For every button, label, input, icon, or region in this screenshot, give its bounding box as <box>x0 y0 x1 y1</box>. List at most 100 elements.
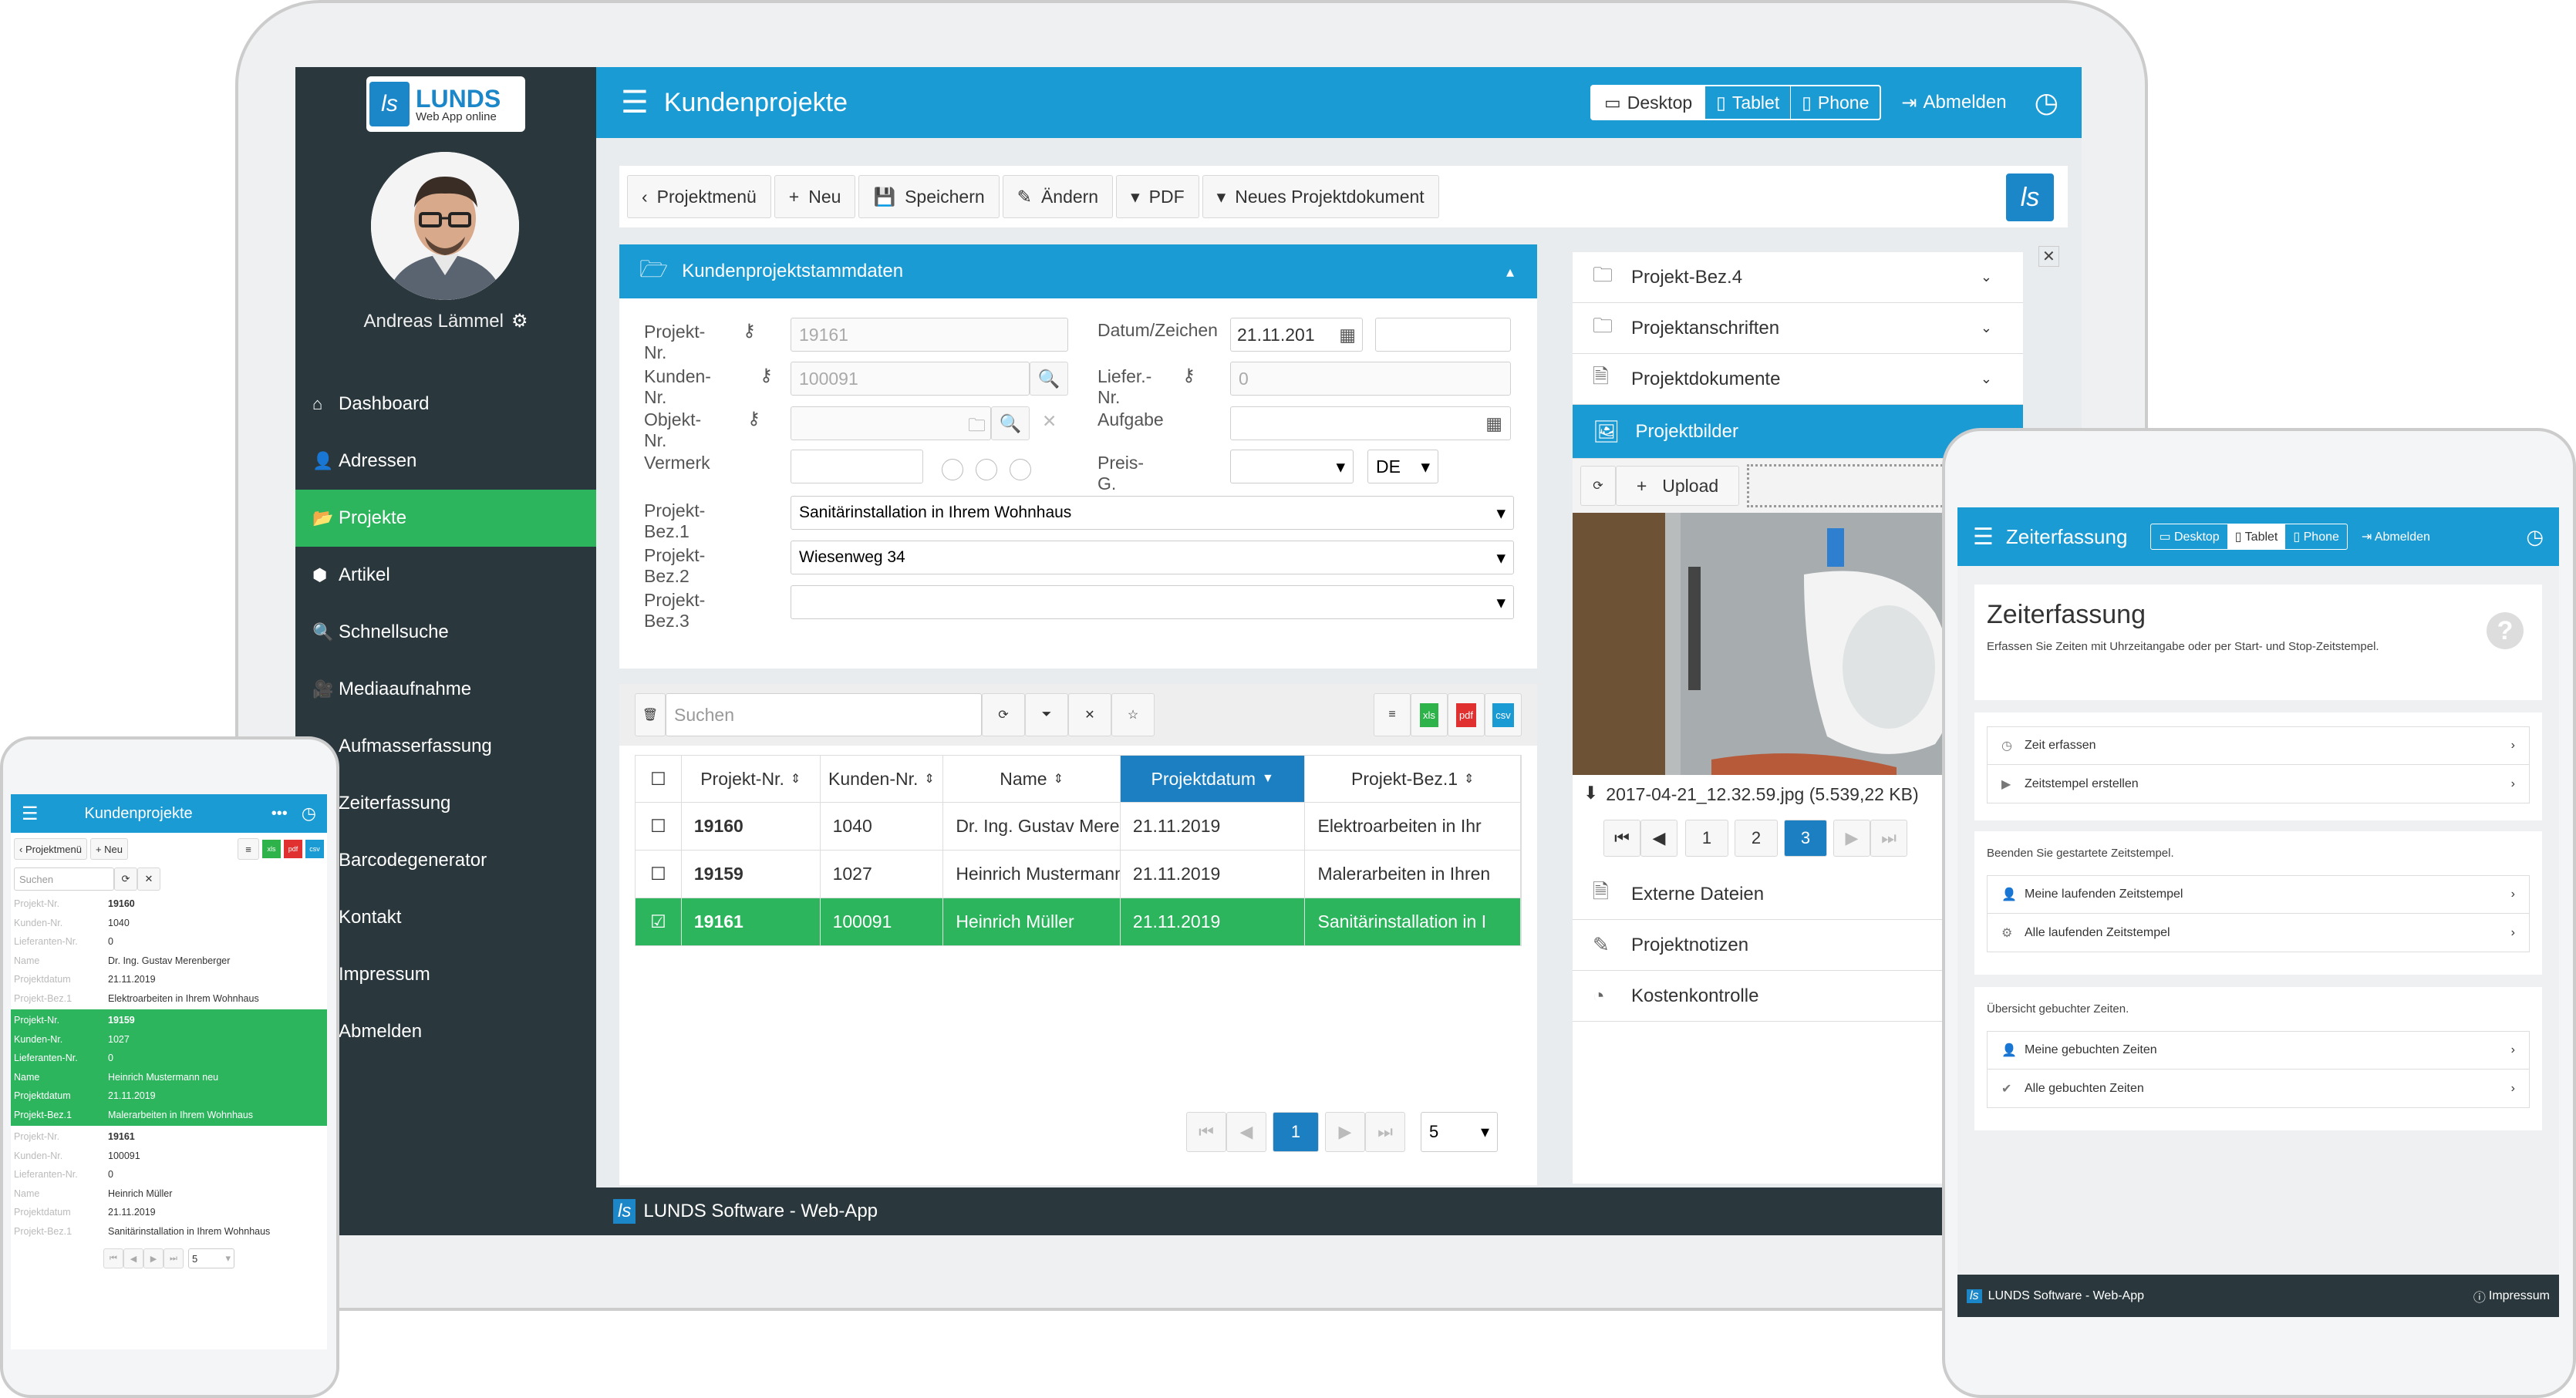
radio-option-1[interactable] <box>942 459 963 480</box>
zeit-list-item[interactable]: ⚙ Alle laufenden Zeitstempel › <box>1987 914 2530 952</box>
refresh-icon[interactable]: ⟳ <box>982 693 1025 736</box>
clock-icon[interactable]: ◷ <box>2526 525 2544 549</box>
toolbar-button-1[interactable]: + Neu <box>774 175 856 218</box>
sidebar-item-kontakt[interactable]: Kontakt <box>295 889 596 946</box>
zeit-list-item[interactable]: ✔ Alle gebuchten Zeiten › <box>1987 1070 2530 1108</box>
panel-header[interactable]: 🗁 Kundenprojektstammdaten ▴ <box>619 244 1537 298</box>
view-phone-button[interactable]: ▯ Phone <box>2285 524 2347 549</box>
clear-icon[interactable]: ✕ <box>1042 411 1057 432</box>
logout-button[interactable]: ⇥ Abmelden <box>2362 529 2430 544</box>
avatar[interactable] <box>371 152 519 300</box>
list-item[interactable]: Projekt-Nr. 19159 Kunden-Nr. 1027 Lieferante… <box>11 1009 327 1126</box>
user-name[interactable]: Andreas Lämmel <box>364 311 504 332</box>
next-page-icon[interactable]: ▶ <box>1325 1112 1365 1152</box>
toolbar-button-2[interactable]: 💾 Speichern <box>858 175 1000 218</box>
prev-page-icon[interactable]: ◀ <box>1226 1112 1266 1152</box>
refresh-icon[interactable]: ⟳ <box>114 867 137 891</box>
aufgabe-field[interactable]: ▦ <box>1230 406 1511 440</box>
download-icon[interactable]: ⬇ <box>1583 783 1598 803</box>
last-page-icon[interactable]: ⏭ <box>164 1248 184 1268</box>
toolbar-button-0[interactable]: ‹ Projektmenü <box>627 175 771 218</box>
sidebar-item-projekte[interactable]: 📂 Projekte <box>295 490 596 547</box>
export-csv-button[interactable]: csv <box>1485 693 1522 736</box>
calendar-icon[interactable]: ▦ <box>1485 413 1502 434</box>
column-header[interactable]: Projekt-Nr. ⇕ <box>682 756 821 802</box>
vermerk-field[interactable] <box>791 450 923 483</box>
grid-search-input[interactable]: Suchen <box>666 693 982 736</box>
app-logo[interactable]: ls LUNDS Web App online <box>366 76 525 132</box>
file-name[interactable]: 2017-04-21_12.32.59.jpg (5.539,22 KB) <box>1606 783 1976 806</box>
column-header[interactable]: Projektdatum ▼ <box>1120 756 1306 802</box>
page-size-select[interactable]: 5 ▾ <box>1421 1112 1498 1152</box>
projektmenu-button[interactable]: ‹ Projektmenü <box>14 838 87 860</box>
zeichen-field[interactable] <box>1375 318 1511 352</box>
list-item[interactable]: Projekt-Nr. 19160 Kunden-Nr. 1040 Lieferante… <box>11 893 327 1009</box>
export-xls-button[interactable]: xls <box>1411 693 1448 736</box>
view-desktop-button[interactable]: ▭ Desktop <box>2151 524 2227 549</box>
gear-icon[interactable]: ⚙ <box>511 310 528 332</box>
zeit-list-item[interactable]: ▶ Zeitstempel erstellen › <box>1987 765 2530 803</box>
next-page-icon[interactable]: ▶ <box>143 1248 164 1268</box>
view-tablet-button[interactable]: ▯ Tablet <box>1704 86 1790 119</box>
more-icon[interactable]: ••• <box>271 805 288 823</box>
datum-field[interactable]: 21.11.201 ▦ <box>1230 318 1363 352</box>
table-row[interactable]: ☐ 19160 1040 Dr. Ing. Gustav Mere 21.11.2019… <box>635 803 1522 851</box>
zeit-list-item[interactable]: ◷ Zeit erfassen › <box>1987 726 2530 765</box>
list-item[interactable]: Projekt-Nr. 19161 Kunden-Nr. 100091 Lieferan… <box>11 1126 327 1242</box>
sidebar-item-mediaaufnahme[interactable]: 🎥 Mediaaufnahme <box>295 661 596 718</box>
search-icon[interactable]: 🔍 <box>1030 362 1068 396</box>
impressum-link[interactable]: Impressum <box>2489 1289 2550 1303</box>
table-row[interactable]: ☐ 19159 1027 Heinrich Mustermann 21.11.2019 M… <box>635 851 1522 898</box>
view-phone-button[interactable]: ▯ Phone <box>1790 86 1880 119</box>
accordion-item[interactable]: 🗀 Projekt-Bez.4 ⌄ <box>1573 252 2023 303</box>
delete-icon[interactable]: 🗑 <box>635 693 666 736</box>
prev-page-icon[interactable]: ◀ <box>123 1248 143 1268</box>
zeit-list-item[interactable]: 👤 Meine gebuchten Zeiten › <box>1987 1031 2530 1070</box>
next-page-icon[interactable]: ▶ <box>1833 820 1870 857</box>
sidebar-item-artikel[interactable]: ⬢ Artikel <box>295 547 596 604</box>
bez1-select[interactable]: Sanitärinstallation in Ihrem Wohnhaus ▾ <box>791 496 1514 530</box>
sidebar-item-barcodegenerator[interactable]: Barcodegenerator <box>295 832 596 889</box>
zeit-list-item[interactable]: 👤 Meine laufenden Zeitstempel › <box>1987 875 2530 914</box>
liefer-nr-field[interactable]: 0 <box>1230 362 1511 396</box>
page-button[interactable]: 2 <box>1735 820 1778 857</box>
sidebar-item-aufmasserfassung[interactable]: Aufmasserfassung <box>295 718 596 775</box>
help-icon[interactable]: ? <box>2487 612 2524 649</box>
export-pdf-button[interactable]: pdf <box>284 840 302 858</box>
page-button-current[interactable]: 3 <box>1784 820 1827 857</box>
column-header[interactable]: Name ⇕ <box>943 756 1121 802</box>
list-icon[interactable]: ≡ <box>238 838 259 860</box>
page-button[interactable]: 1 <box>1685 820 1728 857</box>
menu-icon[interactable]: ☰ <box>1973 524 1994 551</box>
sidebar-item-dashboard[interactable]: ⌂ Dashboard <box>295 376 596 433</box>
refresh-icon[interactable]: ⟳ <box>1580 466 1616 506</box>
chevron-up-icon[interactable]: ▴ <box>1506 262 1514 281</box>
filter-icon[interactable]: ⏷ <box>1025 693 1068 736</box>
sidebar-item-zeiterfassung[interactable]: Zeiterfassung <box>295 775 596 832</box>
column-header[interactable]: Projekt-Bez.1 ⇕ <box>1305 756 1521 802</box>
radio-option-2[interactable] <box>976 459 997 480</box>
view-tablet-button[interactable]: ▯ Tablet <box>2227 524 2286 549</box>
phone-search-input[interactable]: Suchen <box>14 867 114 891</box>
first-page-icon[interactable]: ⏮ <box>103 1248 123 1268</box>
bez3-select[interactable]: ▾ <box>791 585 1514 619</box>
list-icon[interactable]: ≡ <box>1374 693 1411 736</box>
preis-select[interactable]: ▾ <box>1230 450 1354 483</box>
clock-icon[interactable]: ◷ <box>2035 86 2058 119</box>
projekt-nr-field[interactable]: 19161 <box>791 318 1068 352</box>
close-icon[interactable]: ✕ <box>2038 246 2059 267</box>
search-icon[interactable]: 🔍 <box>991 406 1030 440</box>
row-checkbox[interactable]: ☑ <box>636 898 682 945</box>
clear-icon[interactable]: ✕ <box>137 867 160 891</box>
clear-filter-icon[interactable]: ✕ <box>1068 693 1111 736</box>
select-all-checkbox[interactable]: ☐ <box>636 756 682 802</box>
language-select[interactable]: DE ▾ <box>1367 450 1438 483</box>
row-checkbox[interactable]: ☐ <box>636 851 682 898</box>
accordion-item[interactable]: 🗀 Projektanschriften ⌄ <box>1573 303 2023 354</box>
row-checkbox[interactable]: ☐ <box>636 803 682 850</box>
export-csv-button[interactable]: csv <box>305 840 324 858</box>
last-page-icon[interactable]: ⏭ <box>1870 820 1907 857</box>
kunden-nr-field[interactable]: 100091 <box>791 362 1030 396</box>
objekt-nr-field[interactable] <box>791 406 991 440</box>
last-page-icon[interactable]: ⏭ <box>1365 1112 1405 1152</box>
